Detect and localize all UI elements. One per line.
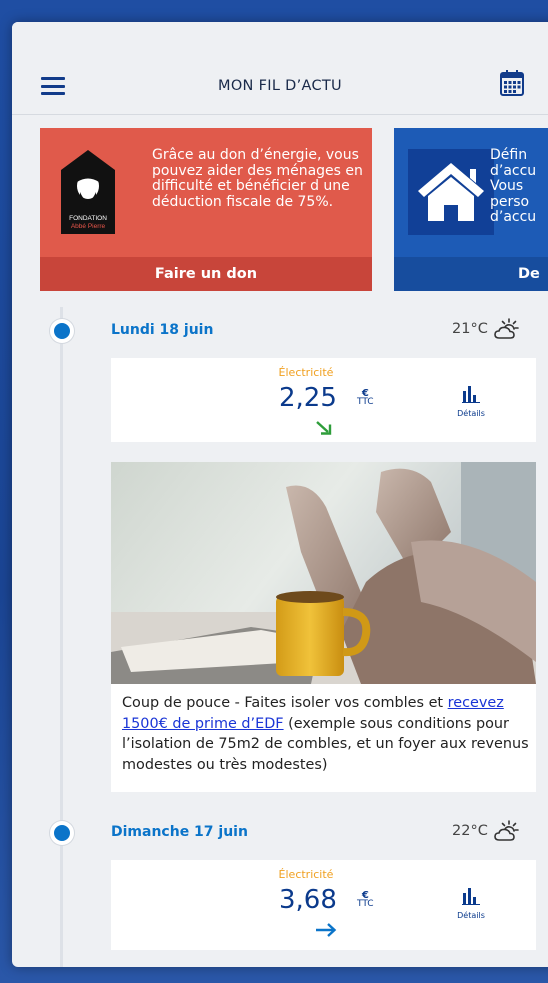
timeline-dot — [50, 821, 74, 845]
article-card[interactable]: Coup de pouce - Faites isoler vos comble… — [111, 462, 536, 792]
price-unit: € TTC — [357, 891, 374, 909]
price-card: Électricité 2,25 € TTC Détails — [111, 358, 536, 442]
promo-banner-home[interactable]: Défin d’accu Vous perso d’accu De — [394, 128, 548, 291]
partly-cloudy-icon — [494, 318, 520, 339]
arrow-right-icon — [316, 923, 337, 937]
discover-button[interactable]: De — [394, 257, 548, 291]
price-unit: € TTC — [357, 389, 374, 407]
article-photo — [111, 462, 536, 684]
price-value: 3,68 — [279, 885, 337, 915]
promo-banner-donation[interactable]: FONDATION Abbé Pierre Grâce au don d’éne… — [40, 128, 372, 291]
donate-button[interactable]: Faire un don — [40, 257, 372, 291]
price-card: Électricité 3,68 € TTC Détails — [111, 860, 536, 950]
temperature: 21°C — [452, 321, 488, 337]
promo-message: Grâce au don d’énergie, vous pouvez aide… — [152, 147, 363, 210]
day-label: Lundi 18 juin — [111, 322, 214, 338]
article-caption: Coup de pouce - Faites isoler vos comble… — [122, 693, 530, 775]
app-screen: MON FIL D’ACTU FONDATION Abbé Pierre Grâ… — [12, 22, 548, 967]
caption-text: Coup de pouce - Faites isoler vos comble… — [122, 695, 448, 711]
arrow-down-right-icon — [316, 421, 332, 435]
promo-message-2: Défin d’accu Vous perso d’accu — [490, 147, 537, 225]
energy-label: Électricité — [278, 868, 334, 881]
logo-text-fondation: FONDATION — [69, 215, 107, 222]
calendar-icon[interactable] — [500, 70, 524, 96]
tax-label: TTC — [357, 397, 374, 407]
app-bar: MON FIL D’ACTU — [12, 22, 548, 115]
energy-label: Électricité — [278, 366, 334, 379]
day-label: Dimanche 17 juin — [111, 824, 248, 840]
partly-cloudy-icon — [494, 820, 520, 841]
house-logo — [408, 149, 494, 235]
timeline-line — [60, 307, 63, 967]
temperature: 22°C — [452, 823, 488, 839]
price-value: 2,25 — [279, 383, 337, 413]
page-title: MON FIL D’ACTU — [218, 78, 342, 94]
details-button[interactable]: Détails — [456, 887, 486, 920]
promo-carousel[interactable]: FONDATION Abbé Pierre Grâce au don d’éne… — [40, 128, 548, 291]
bar-chart-icon — [462, 386, 480, 403]
house-icon — [418, 163, 484, 221]
fondation-abbe-pierre-logo: FONDATION Abbé Pierre — [61, 150, 115, 234]
logo-text-abbe-pierre: Abbé Pierre — [71, 223, 106, 230]
weather-info: 22°C — [452, 820, 520, 842]
bar-chart-icon — [462, 888, 480, 905]
weather-info: 21°C — [452, 318, 520, 340]
details-button[interactable]: Détails — [456, 385, 486, 418]
details-label: Détails — [457, 409, 485, 418]
timeline-dot — [50, 319, 74, 343]
tax-label: TTC — [357, 899, 374, 909]
details-label: Détails — [457, 911, 485, 920]
